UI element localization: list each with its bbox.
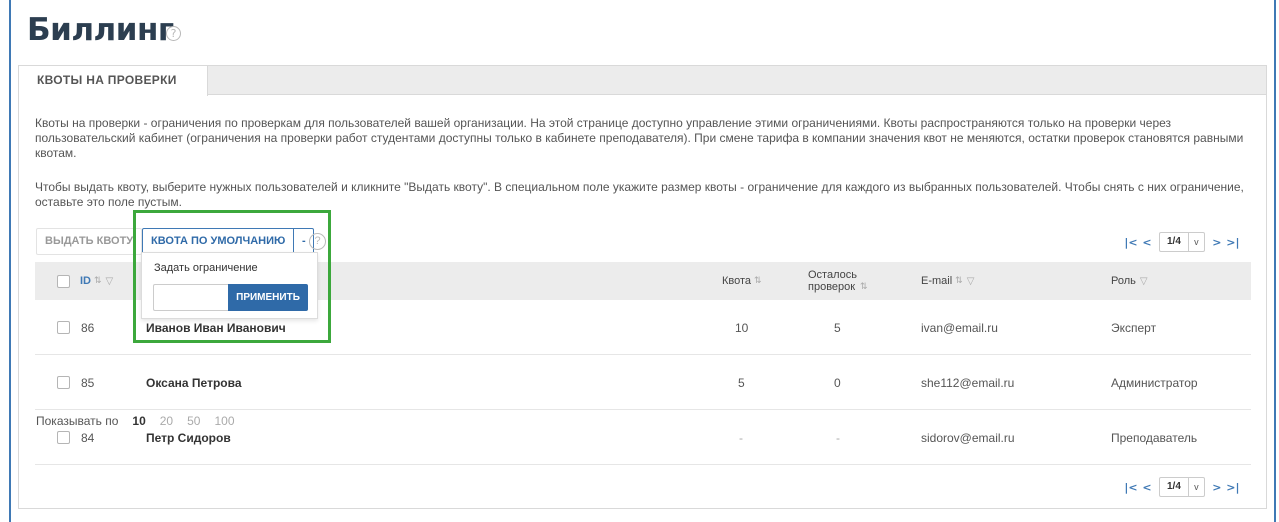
row-checkbox[interactable] (57, 431, 70, 444)
sort-icon[interactable]: ⇅ (754, 276, 762, 286)
row-remaining: 5 (834, 320, 841, 335)
page-size-option-100[interactable]: 100 (214, 414, 234, 428)
next-page-icon[interactable]: > (1209, 236, 1225, 249)
default-quota-button[interactable]: КВОТА ПО УМОЛЧАНИЮ - (142, 228, 315, 255)
tab-bar: КВОТЫ НА ПРОВЕРКИ (19, 66, 1266, 96)
set-limit-label: Задать ограничение (154, 262, 258, 274)
row-role: Эксперт (1111, 320, 1157, 335)
header-remaining: Осталось проверок ⇅ (808, 262, 868, 300)
row-email: ivan@email.ru (921, 320, 998, 335)
row-quota: - (739, 430, 743, 445)
row-checkbox[interactable] (57, 321, 70, 334)
page-select[interactable]: 1/4 v (1159, 477, 1205, 497)
row-id: 86 (81, 320, 95, 335)
sort-icon[interactable]: ⇅ (94, 276, 102, 286)
header-email: E-mail ⇅ ▽ (921, 262, 974, 300)
page-size-label: Показывать по (36, 414, 119, 428)
last-page-icon[interactable]: >| (1225, 481, 1241, 494)
prev-page-icon[interactable]: < (1139, 481, 1155, 494)
column-remaining-line1: Осталось (808, 269, 857, 281)
apply-button[interactable]: ПРИМЕНИТЬ (228, 284, 308, 311)
right-border (1274, 0, 1276, 522)
filter-icon[interactable]: ▽ (106, 276, 114, 287)
column-quota-label[interactable]: Квота (722, 275, 751, 287)
quota-limit-input[interactable] (153, 284, 228, 311)
row-role: Преподаватель (1111, 430, 1198, 445)
description-paragraph-2: Чтобы выдать квоту, выберите нужных поль… (35, 180, 1244, 209)
pager-bottom: |< < 1/4 v > >| (1123, 476, 1241, 498)
row-email: sidorov@email.ru (921, 430, 1015, 445)
select-all-checkbox[interactable] (57, 274, 70, 288)
chevron-down-icon[interactable]: v (1187, 478, 1204, 496)
tab-quotas[interactable]: КВОТЫ НА ПРОВЕРКИ (19, 66, 208, 96)
chevron-down-icon[interactable]: v (1187, 233, 1204, 251)
row-email: she112@email.ru (921, 375, 1015, 390)
column-email-label[interactable]: E-mail (921, 275, 952, 287)
default-quota-label[interactable]: КВОТА ПО УМОЛЧАНИЮ (143, 229, 293, 254)
row-remaining: - (836, 430, 840, 445)
help-icon[interactable]: ? (166, 26, 181, 41)
description-paragraph-1: Квоты на проверки - ограничения по прове… (35, 116, 1244, 160)
row-quota: 5 (738, 375, 745, 390)
page-current: 1/4 (1167, 236, 1181, 247)
pager-top: |< < 1/4 v > >| (1123, 231, 1241, 253)
first-page-icon[interactable]: |< (1123, 236, 1139, 249)
column-remaining-label[interactable]: Осталось проверок (808, 269, 857, 293)
page-current: 1/4 (1167, 481, 1181, 492)
page-title: Биллинг (27, 12, 174, 48)
sort-icon[interactable]: ⇅ (955, 276, 963, 286)
row-quota: 10 (735, 320, 749, 335)
last-page-icon[interactable]: >| (1225, 236, 1241, 249)
page-size-selector: Показывать по 10 20 50 100 (36, 414, 235, 428)
filter-icon[interactable]: ▽ (1140, 276, 1148, 287)
page-select[interactable]: 1/4 v (1159, 232, 1205, 252)
table-row[interactable]: 85 Оксана Петрова 5 0 she112@email.ru Ад… (35, 355, 1251, 410)
row-name[interactable]: Оксана Петрова (146, 355, 242, 410)
sort-icon[interactable]: ⇅ (860, 282, 868, 292)
column-remaining-line2: проверок (808, 281, 856, 293)
row-role: Администратор (1111, 375, 1198, 390)
left-border (9, 0, 11, 522)
header-role: Роль ▽ (1111, 262, 1148, 300)
filter-icon[interactable]: ▽ (967, 276, 975, 287)
page-size-option-20[interactable]: 20 (160, 414, 173, 428)
header-id: ID ⇅ ▽ (57, 262, 113, 300)
row-remaining: 0 (834, 375, 841, 390)
next-page-icon[interactable]: > (1209, 481, 1225, 494)
prev-page-icon[interactable]: < (1139, 236, 1155, 249)
quota-help-icon[interactable]: ? (309, 233, 326, 250)
row-id: 85 (81, 375, 95, 390)
header-quota: Квота ⇅ (722, 262, 762, 300)
page-size-option-50[interactable]: 50 (187, 414, 200, 428)
first-page-icon[interactable]: |< (1123, 481, 1139, 494)
row-checkbox[interactable] (57, 376, 70, 389)
give-quota-button[interactable]: ВЫДАТЬ КВОТУ (36, 228, 143, 255)
column-id-label[interactable]: ID (80, 275, 91, 287)
page-size-option-10[interactable]: 10 (132, 414, 145, 428)
default-quota-dropdown: Задать ограничение ПРИМЕНИТЬ (141, 252, 318, 319)
column-role-label[interactable]: Роль (1111, 275, 1136, 287)
